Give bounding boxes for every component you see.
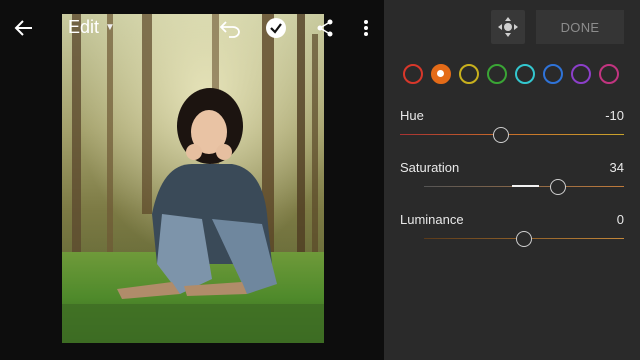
more-vertical-icon <box>364 20 368 36</box>
swatch-orange[interactable] <box>431 64 451 84</box>
more-options-button[interactable] <box>352 14 380 42</box>
luminance-slider-thumb[interactable] <box>516 231 532 247</box>
color-adjust-panel <box>384 0 640 360</box>
saturation-label: Saturation <box>400 160 460 175</box>
targeted-adjustment-button[interactable] <box>491 10 525 44</box>
swatch-red[interactable] <box>403 64 423 84</box>
targeted-adjustment-icon <box>498 17 518 37</box>
undo-button[interactable] <box>216 14 244 42</box>
color-swatch-row <box>403 64 623 84</box>
done-button[interactable]: DONE <box>536 10 624 44</box>
swatch-magenta[interactable] <box>599 64 619 84</box>
top-toolbar: Edit ▼ <box>0 0 384 56</box>
hue-slider-thumb[interactable] <box>492 127 509 143</box>
back-button[interactable] <box>10 14 38 42</box>
hue-value: -10 <box>605 108 624 123</box>
swatch-yellow[interactable] <box>459 64 479 84</box>
saturation-slider-fill <box>512 185 539 187</box>
luminance-label: Luminance <box>400 212 464 227</box>
share-icon <box>317 19 333 37</box>
swatch-purple[interactable] <box>571 64 591 84</box>
swatch-aqua[interactable] <box>515 64 535 84</box>
checkmark-icon <box>266 18 286 38</box>
share-button[interactable] <box>311 14 339 42</box>
hue-slider-track[interactable] <box>400 134 624 135</box>
edit-label: Edit <box>68 17 100 37</box>
edit-mode-dropdown[interactable]: Edit ▼ <box>68 17 115 38</box>
undo-icon <box>219 21 240 38</box>
chevron-down-icon: ▼ <box>105 22 115 33</box>
swatch-blue[interactable] <box>543 64 563 84</box>
saturation-value: 34 <box>609 160 624 175</box>
back-arrow-icon <box>14 20 32 36</box>
luminance-value: 0 <box>616 212 624 227</box>
photo-image <box>62 14 324 343</box>
saturation-slider-thumb[interactable] <box>550 179 566 195</box>
edited-photo[interactable] <box>62 14 324 343</box>
hue-label: Hue <box>400 108 424 123</box>
swatch-green[interactable] <box>487 64 507 84</box>
confirm-button[interactable] <box>262 14 290 42</box>
